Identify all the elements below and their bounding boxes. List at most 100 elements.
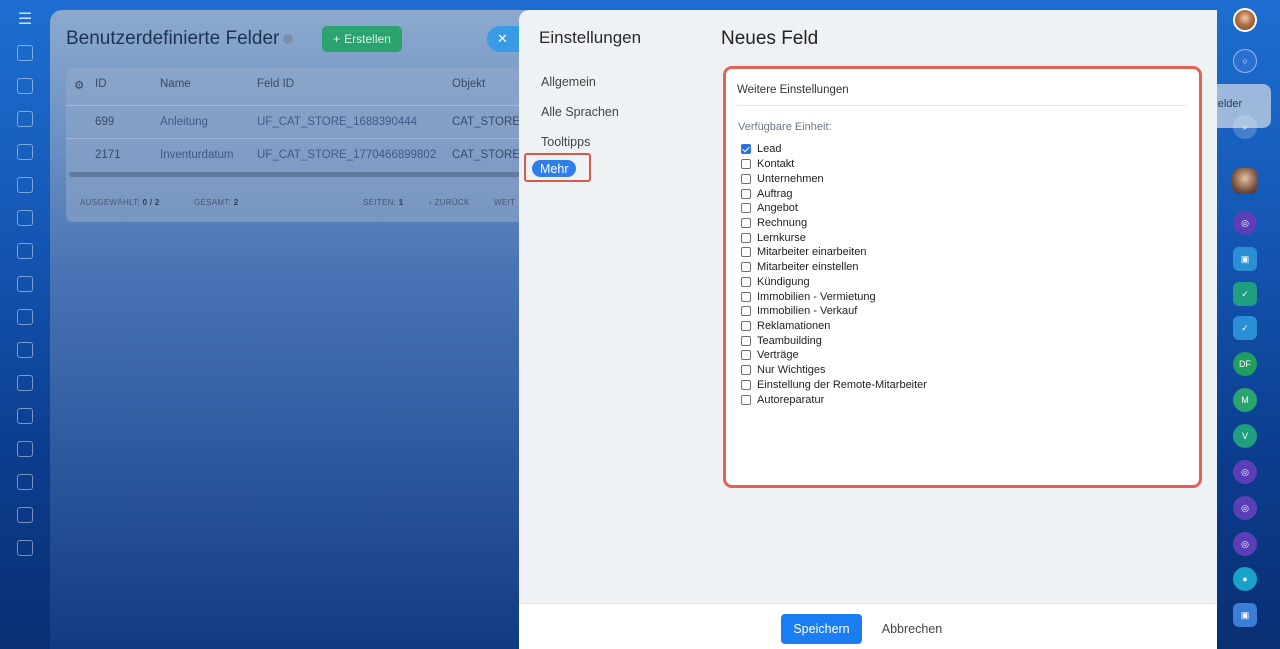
task-icon[interactable]: ✓	[1233, 282, 1257, 306]
crm-icon[interactable]	[17, 78, 33, 94]
files-icon[interactable]	[17, 210, 33, 226]
close-panel-button[interactable]: ✕	[487, 26, 523, 52]
back-link[interactable]: ‹ ZURÜCK	[429, 198, 470, 207]
unit-label: Kündigung	[757, 275, 810, 288]
checkbox[interactable]	[741, 232, 751, 243]
copilot-icon[interactable]: ◎	[1233, 460, 1257, 484]
checkbox[interactable]	[741, 379, 751, 390]
unit-option[interactable]: Immobilien - Vermietung	[741, 289, 927, 304]
store-icon[interactable]	[17, 474, 33, 490]
schedule-icon[interactable]	[17, 375, 33, 391]
unit-option[interactable]: Kündigung	[741, 274, 927, 289]
table-row[interactable]: 699 Anleitung UF_CAT_STORE_1688390444 CA…	[66, 105, 530, 137]
horizontal-scrollbar[interactable]	[69, 172, 524, 177]
chat-icon[interactable]	[17, 342, 33, 358]
unit-option[interactable]: Rechnung	[741, 216, 927, 231]
unit-option[interactable]: Autoreparatur	[741, 392, 927, 407]
table-row[interactable]: 2171 Inventurdatum UF_CAT_STORE_17704668…	[66, 138, 530, 170]
page-title: Benutzerdefinierte Felder	[66, 28, 294, 50]
unit-label: Einstellung der Remote-Mitarbeiter	[757, 378, 927, 391]
copilot-icon[interactable]: ◎	[1233, 211, 1257, 235]
checkbox[interactable]	[741, 320, 751, 331]
cell-name[interactable]: Anleitung	[160, 116, 208, 128]
nav-item-alle-sprachen[interactable]: Alle Sprachen	[541, 105, 619, 119]
checkbox[interactable]	[741, 335, 751, 346]
cancel-button[interactable]: Abbrechen	[875, 614, 949, 644]
unit-option[interactable]: Reklamationen	[741, 319, 927, 334]
gear-icon[interactable]: ⚙	[74, 78, 84, 92]
checkbox[interactable]	[741, 217, 751, 228]
checkbox[interactable]	[741, 394, 751, 405]
checkbox[interactable]	[741, 306, 751, 317]
search-icon[interactable]: ⌕	[1233, 115, 1257, 139]
save-button[interactable]: Speichern	[781, 614, 862, 644]
checkbox[interactable]	[741, 247, 751, 258]
info-icon[interactable]	[283, 34, 294, 44]
contacts-icon[interactable]	[17, 144, 33, 160]
unit-option[interactable]: Mitarbeiter einarbeiten	[741, 245, 927, 260]
panel-title: Neues Feld	[721, 28, 819, 49]
create-button[interactable]: + Erstellen	[322, 26, 402, 52]
checkbox[interactable]	[741, 350, 751, 361]
checkbox[interactable]	[741, 262, 751, 273]
checkbox[interactable]	[741, 159, 751, 170]
bell-icon[interactable]: ○	[1233, 49, 1257, 73]
unit-option[interactable]: Lernkurse	[741, 230, 927, 245]
menu-icon[interactable]: ☰	[18, 12, 32, 28]
checkbox[interactable]	[741, 365, 751, 376]
unit-option[interactable]: Mitarbeiter einstellen	[741, 260, 927, 275]
sign-icon[interactable]	[17, 441, 33, 457]
avatar[interactable]	[1232, 168, 1258, 194]
copilot-icon[interactable]: ◎	[1233, 532, 1257, 556]
cell-object: CAT_STORE	[452, 149, 520, 161]
unit-label: Lead	[757, 143, 782, 156]
checkbox[interactable]	[741, 276, 751, 287]
mail-icon[interactable]	[17, 309, 33, 325]
unit-option[interactable]: Kontakt	[741, 157, 927, 172]
unit-option[interactable]: Teambuilding	[741, 333, 927, 348]
cell-field-id[interactable]: UF_CAT_STORE_1770466899802	[257, 149, 436, 161]
unit-option[interactable]: Auftrag	[741, 186, 927, 201]
column-header[interactable]: ID	[95, 78, 107, 90]
cell-name[interactable]: Inventurdatum	[160, 149, 234, 161]
checkbox[interactable]	[741, 188, 751, 199]
id-card-icon[interactable]: ▣	[1233, 603, 1257, 627]
nav-item-mehr[interactable]: Mehr	[532, 160, 577, 177]
unit-option[interactable]: Immobilien - Verkauf	[741, 304, 927, 319]
avatar[interactable]: V	[1233, 424, 1257, 448]
checkbox[interactable]	[741, 291, 751, 302]
unit-option[interactable]: Angebot	[741, 201, 927, 216]
column-header[interactable]: Name	[160, 78, 191, 90]
tasks-icon[interactable]	[17, 276, 33, 292]
documents-icon[interactable]	[17, 111, 33, 127]
home-icon[interactable]	[17, 45, 33, 61]
unit-option[interactable]: Lead	[741, 142, 927, 157]
unit-label: Immobilien - Vermietung	[757, 290, 876, 303]
pages-count: SEITEN: 1	[363, 198, 404, 207]
unit-option[interactable]: Unternehmen	[741, 171, 927, 186]
checkbox[interactable]	[741, 144, 751, 155]
nav-item-tooltipps[interactable]: Tooltipps	[541, 135, 590, 149]
unit-option[interactable]: Einstellung der Remote-Mitarbeiter	[741, 378, 927, 393]
next-link[interactable]: WEIT	[494, 198, 515, 207]
checkbox[interactable]	[741, 203, 751, 214]
column-header[interactable]: Feld ID	[257, 78, 294, 90]
cell-field-id[interactable]: UF_CAT_STORE_1688390444	[257, 116, 417, 128]
cart-icon[interactable]: ●	[1233, 567, 1257, 591]
nav-item-allgemein[interactable]: Allgemein	[541, 75, 596, 89]
avatar[interactable]: DF	[1233, 352, 1257, 376]
id-card-icon[interactable]: ▣	[1233, 247, 1257, 271]
card-icon[interactable]	[17, 507, 33, 523]
calendar-icon[interactable]	[17, 243, 33, 259]
column-header[interactable]: Objekt	[452, 78, 485, 90]
user-avatar[interactable]	[1233, 8, 1257, 32]
copilot-icon[interactable]: ◎	[1233, 496, 1257, 520]
globe-icon[interactable]	[17, 408, 33, 424]
filter-icon[interactable]	[17, 540, 33, 556]
unit-option[interactable]: Nur Wichtiges	[741, 363, 927, 378]
avatar[interactable]: M	[1233, 388, 1257, 412]
task-icon[interactable]: ✓	[1233, 316, 1257, 340]
inventory-icon[interactable]	[17, 177, 33, 193]
unit-option[interactable]: Verträge	[741, 348, 927, 363]
checkbox[interactable]	[741, 173, 751, 184]
